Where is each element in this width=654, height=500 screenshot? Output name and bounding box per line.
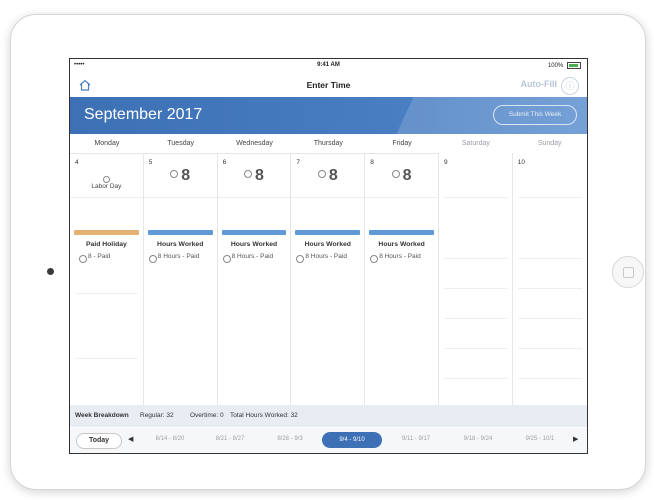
entry-detail: 8 - Paid	[79, 253, 110, 263]
entry-detail: 8 Hours - Paid	[370, 253, 421, 263]
breakdown-label: Week Breakdown	[75, 412, 129, 419]
clock-icon	[244, 169, 253, 178]
total-hours: Total Hours Worked: 32	[230, 412, 298, 419]
week-option[interactable]: 9/25 - 10/1	[510, 436, 570, 442]
overtime-hours: Overtime: 0	[190, 412, 224, 419]
clock-icon	[370, 255, 379, 263]
entry-title[interactable]: Hours Worked	[144, 241, 217, 248]
camera	[47, 268, 54, 275]
regular-hours: Regular: 32	[140, 412, 174, 419]
entry-detail: 8 Hours - Paid	[148, 253, 199, 263]
day-headers: Monday Tuesday Wednesday Thursday Friday…	[70, 134, 587, 154]
week-option[interactable]: 8/14 - 8/20	[140, 436, 200, 442]
clock-icon	[296, 255, 305, 263]
holiday-icon	[103, 176, 110, 183]
day-header-friday: Friday	[392, 140, 412, 147]
day-column-saturday[interactable]: 9	[439, 153, 513, 405]
day-column-friday[interactable]: 8 8 Hours Worked 8 Hours - Paid	[365, 153, 439, 405]
day-column-wednesday[interactable]: 6 8 Hours Worked 8 Hours - Paid	[217, 153, 292, 405]
status-bar: ••••• 9:41 AM 100%	[70, 59, 587, 71]
week-option[interactable]: 8/28 - 9/3	[260, 436, 320, 442]
day-date: 7	[296, 159, 301, 166]
home-hardware-button[interactable]	[612, 256, 644, 288]
auto-fill-button[interactable]: Auto-Fill	[521, 79, 558, 89]
next-week-arrow-icon[interactable]: ▶	[573, 435, 578, 443]
week-grid: 4 Labor Day Paid Holiday 8 - Paid 5 8 Ho…	[70, 153, 587, 405]
entry-detail: 8 Hours - Paid	[296, 253, 347, 263]
prev-week-arrow-icon[interactable]: ◀	[128, 435, 133, 443]
hours-total: 8	[365, 167, 438, 185]
month-banner: September 2017 Submit This Week	[70, 97, 587, 134]
day-header-thursday: Thursday	[313, 140, 343, 147]
entry-title[interactable]: Paid Holiday	[70, 241, 143, 248]
battery-percent: 100%	[547, 63, 564, 70]
day-header-sunday: Sunday	[537, 140, 562, 147]
submit-week-button[interactable]: Submit This Week	[493, 105, 577, 125]
battery-icon	[567, 62, 581, 69]
entry-color-bar	[74, 230, 139, 235]
week-option[interactable]: 8/21 - 8/27	[200, 436, 260, 442]
month-title: September 2017	[84, 106, 203, 123]
page-title: Enter Time	[306, 80, 351, 90]
nav-bar: Enter Time Auto-Fill ⓘ	[70, 73, 587, 98]
today-button[interactable]: Today	[76, 433, 122, 449]
app-screen: ••••• 9:41 AM 100% Enter Time Auto-Fill …	[69, 58, 588, 454]
entry-title[interactable]: Hours Worked	[218, 241, 291, 248]
day-column-thursday[interactable]: 7 8 Hours Worked 8 Hours - Paid	[291, 153, 366, 405]
day-date: 8	[370, 159, 374, 166]
hours-total: 8	[218, 167, 291, 185]
clock-icon	[170, 169, 179, 178]
info-icon[interactable]: ⓘ	[561, 77, 579, 95]
hours-total: 8	[144, 167, 217, 185]
entry-color-bar	[369, 230, 434, 235]
week-option[interactable]: 9/11 - 9/17	[386, 436, 446, 442]
clock-icon	[222, 255, 231, 263]
entry-color-bar	[147, 230, 213, 235]
holiday-name: Labor Day	[91, 183, 122, 190]
entry-title[interactable]: Hours Worked	[291, 241, 364, 248]
entry-detail: 8 Hours - Paid	[222, 253, 273, 263]
clock-icon	[391, 169, 400, 178]
week-breakdown: Week Breakdown Regular: 32 Overtime: 0 T…	[70, 405, 587, 427]
battery-status: 100%	[548, 62, 581, 69]
day-date: 4	[75, 159, 79, 166]
day-date: 10	[517, 159, 526, 166]
entry-color-bar	[295, 230, 361, 235]
clock-icon	[317, 169, 326, 178]
hours-total: 8	[291, 167, 364, 185]
day-header-wednesday: Wednesday	[236, 140, 273, 147]
day-header-tuesday: Tuesday	[167, 140, 194, 147]
day-header-monday: Monday	[94, 140, 120, 147]
clock-icon	[79, 255, 87, 263]
day-column-monday[interactable]: 4 Labor Day Paid Holiday 8 - Paid	[70, 153, 144, 405]
day-column-tuesday[interactable]: 5 8 Hours Worked 8 Hours - Paid	[143, 153, 218, 405]
week-option[interactable]: 9/18 - 9/24	[448, 436, 508, 442]
clock-icon	[148, 255, 157, 263]
week-navigator: Today ◀ 8/14 - 8/20 8/21 - 8/27 8/28 - 9…	[70, 428, 587, 453]
entry-title[interactable]: Hours Worked	[365, 241, 438, 248]
day-date: 6	[222, 159, 227, 166]
week-option-selected[interactable]: 9/4 - 9/10	[322, 432, 382, 448]
status-time: 9:41 AM	[317, 62, 340, 68]
day-date: 5	[148, 159, 153, 166]
day-header-saturday: Saturday	[461, 140, 490, 147]
day-date: 9	[444, 159, 448, 166]
entry-color-bar	[221, 230, 287, 235]
day-column-sunday[interactable]: 10	[512, 153, 587, 405]
